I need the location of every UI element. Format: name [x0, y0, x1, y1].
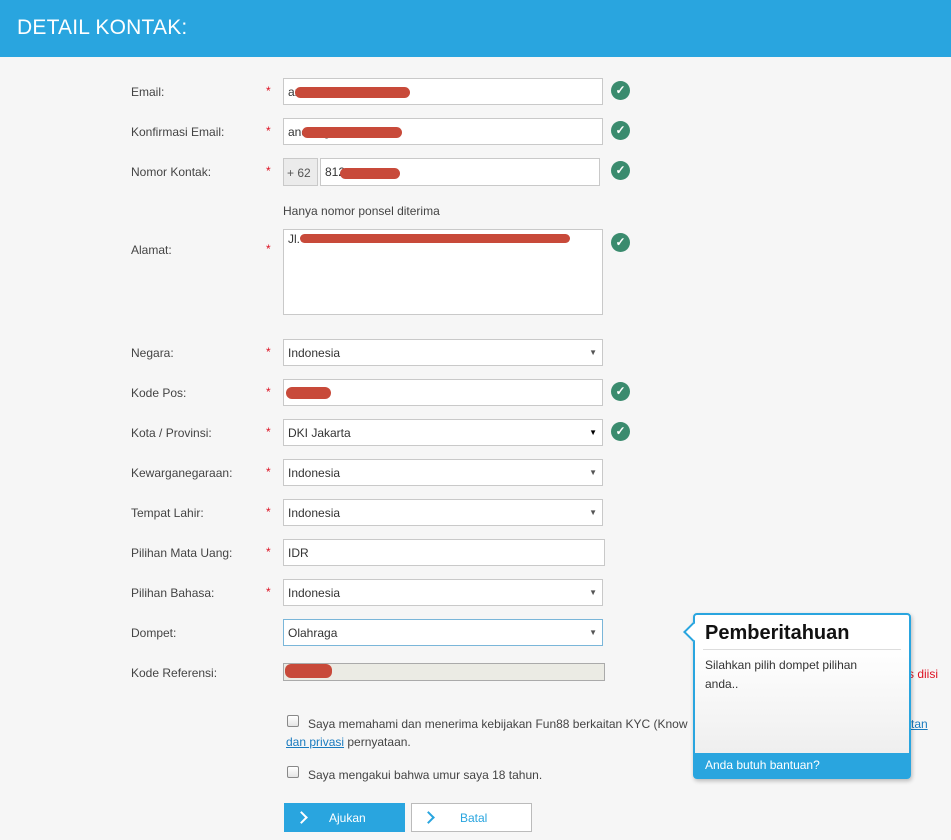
valid-check-icon: ✓ [611, 161, 630, 180]
birthplace-label: Tempat Lahir: [131, 506, 204, 520]
required-marker: * [266, 545, 271, 559]
submit-button[interactable]: Ajukan [284, 803, 405, 832]
tooltip-pointer [683, 622, 703, 642]
country-label: Negara: [131, 346, 174, 360]
postal-code-label: Kode Pos: [131, 386, 187, 400]
submit-label: Ajukan [329, 811, 366, 825]
birthplace-select[interactable]: Indonesia [283, 499, 603, 526]
redaction-mark [340, 168, 400, 179]
redaction-mark [286, 387, 331, 399]
language-select[interactable]: Indonesia [283, 579, 603, 606]
referral-label: Kode Referensi: [131, 666, 218, 680]
redaction-mark [295, 87, 410, 98]
required-marker: * [266, 505, 271, 519]
valid-check-icon: ✓ [611, 233, 630, 252]
privacy-link[interactable]: dan privasi [286, 735, 344, 749]
wallet-tooltip: Pemberitahuan Silahkan pilih dompet pili… [683, 613, 911, 779]
valid-check-icon: ✓ [611, 382, 630, 401]
tooltip-divider [703, 649, 901, 650]
citizenship-label: Kewarganegaraan: [131, 466, 233, 480]
valid-check-icon: ✓ [611, 121, 630, 140]
age-checkbox[interactable] [287, 766, 299, 778]
tooltip-title: Pemberitahuan [705, 622, 850, 644]
citizenship-select[interactable]: Indonesia [283, 459, 603, 486]
city-select[interactable]: DKI Jakarta [283, 419, 603, 446]
currency-label: Pilihan Mata Uang: [131, 546, 233, 560]
phone-label: Nomor Kontak: [131, 165, 212, 179]
required-marker: * [266, 345, 271, 359]
wallet-label: Dompet: [131, 626, 177, 640]
currency-input[interactable]: IDR [283, 539, 605, 566]
phone-hint: Hanya nomor ponsel diterima [283, 204, 440, 218]
cancel-label: Batal [460, 811, 488, 825]
redaction-mark [285, 664, 332, 678]
language-label: Pilihan Bahasa: [131, 586, 215, 600]
required-marker: * [266, 425, 271, 439]
required-marker: * [266, 124, 271, 138]
wallet-select[interactable]: Olahraga [283, 619, 603, 646]
chevron-right-icon [424, 811, 436, 825]
age-text: Saya mengakui bahwa umur saya 18 tahun. [308, 768, 543, 782]
redaction-mark [300, 234, 570, 243]
phone-country-code: + 62 [283, 158, 318, 186]
valid-check-icon: ✓ [611, 422, 630, 441]
required-marker: * [266, 84, 271, 98]
help-link[interactable]: Anda butuh bantuan? [695, 753, 909, 777]
required-marker: * [266, 585, 271, 599]
page-title: DETAIL KONTAK: [17, 16, 188, 39]
cancel-button[interactable]: Batal [411, 803, 532, 832]
country-select[interactable]: Indonesia [283, 339, 603, 366]
page-header: DETAIL KONTAK: [0, 0, 951, 57]
kyc-suffix: pernyataan. [344, 735, 411, 749]
tooltip-body: Silahkan pilih dompet pilihan anda.. [705, 658, 858, 691]
city-label: Kota / Provinsi: [131, 426, 212, 440]
required-marker: * [266, 242, 271, 256]
email-confirm-label: Konfirmasi Email: [131, 125, 225, 139]
kyc-checkbox[interactable] [287, 715, 299, 727]
required-marker: * [266, 385, 271, 399]
kyc-text: Saya memahami dan menerima kebijakan Fun… [308, 717, 688, 731]
address-label: Alamat: [131, 243, 172, 257]
kyc-text-line2: dan privasi pernyataan. [286, 735, 411, 749]
redaction-mark [302, 127, 402, 138]
required-marker: * [266, 465, 271, 479]
postal-code-input[interactable] [283, 379, 603, 406]
referral-note: s diisi [908, 667, 939, 681]
valid-check-icon: ✓ [611, 81, 630, 100]
required-marker: * [266, 164, 271, 178]
kyc-link-tail[interactable]: tan [911, 717, 928, 731]
email-label: Email: [131, 85, 165, 99]
chevron-right-icon [297, 811, 309, 825]
